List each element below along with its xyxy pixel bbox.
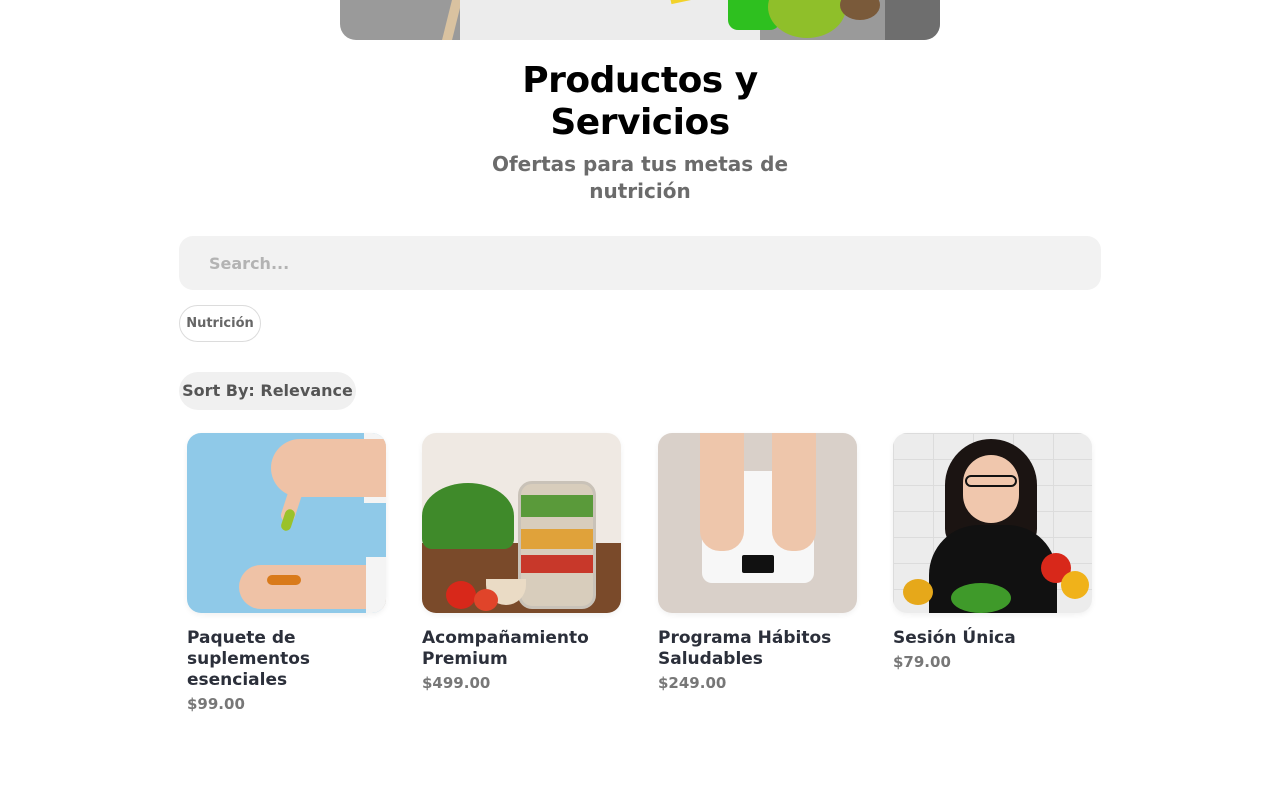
product-name[interactable]: Programa Hábitos Saludables bbox=[658, 628, 858, 670]
product-image[interactable] bbox=[187, 433, 386, 613]
page-title: Productos y Servicios bbox=[522, 60, 758, 143]
product-image[interactable] bbox=[893, 433, 1092, 613]
product-image[interactable] bbox=[658, 433, 857, 613]
product-card[interactable]: Sesión Única $79.00 bbox=[893, 433, 1093, 671]
filter-chip-nutricion[interactable]: Nutrición bbox=[179, 305, 261, 342]
product-image[interactable] bbox=[422, 433, 621, 613]
product-card[interactable]: Paquete de suplementos esenciales $99.00 bbox=[187, 433, 387, 713]
product-name[interactable]: Sesión Única bbox=[893, 628, 1093, 649]
page-subtitle: Ofertas para tus metas de nutrición bbox=[491, 152, 789, 203]
product-price: $499.00 bbox=[422, 674, 491, 692]
sort-button[interactable]: Sort By: Relevance bbox=[179, 372, 356, 410]
product-price: $249.00 bbox=[658, 674, 727, 692]
product-price: $99.00 bbox=[187, 695, 245, 713]
product-card[interactable]: Programa Hábitos Saludables $249.00 bbox=[658, 433, 858, 692]
product-name[interactable]: Paquete de suplementos esenciales bbox=[187, 628, 387, 691]
product-card[interactable]: Acompañamiento Premium $499.00 bbox=[422, 433, 622, 692]
product-name[interactable]: Acompañamiento Premium bbox=[422, 628, 622, 670]
search-input[interactable] bbox=[179, 236, 1101, 290]
product-price: $79.00 bbox=[893, 653, 951, 671]
hero-banner-image bbox=[340, 0, 940, 40]
